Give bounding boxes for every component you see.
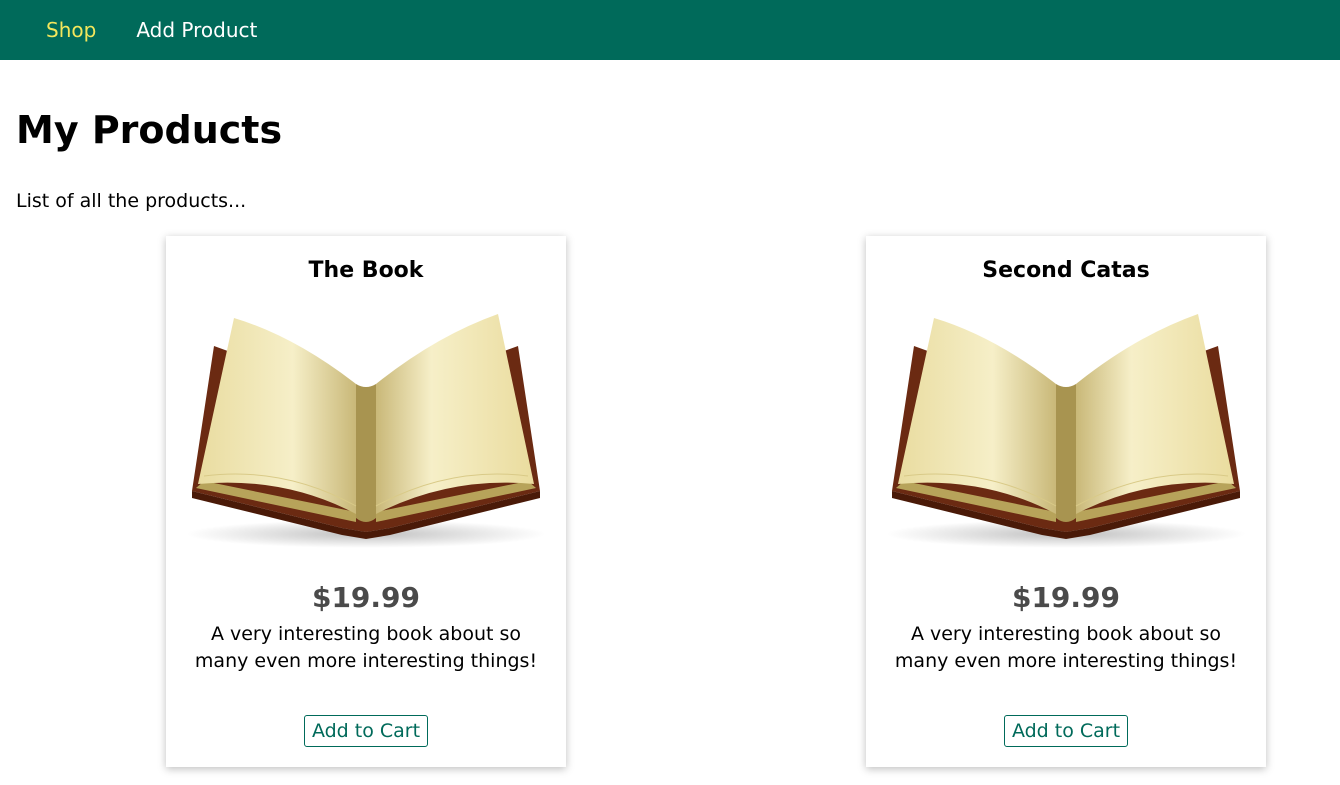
open-book-icon [186,314,546,548]
product-card: Second Catas $19.99 A very interesting b… [866,236,1266,767]
add-to-cart-button[interactable]: Add to Cart [1004,715,1128,747]
open-book-icon [886,314,1246,548]
product-image [874,306,1258,556]
main-nav: Shop Add Product [46,0,297,60]
product-image [174,306,558,556]
product-description: A very interesting book about so many ev… [894,623,1238,672]
product-title: Second Catas [982,258,1150,283]
add-to-cart-button[interactable]: Add to Cart [304,715,428,747]
product-card: The Book $19.99 A very interesting book … [166,236,566,767]
nav-link-add-product[interactable]: Add Product [136,20,257,40]
product-price: $19.99 [1011,581,1121,614]
product-description: A very interesting book about so many ev… [194,623,538,672]
product-title: The Book [308,258,424,283]
main-header: Shop Add Product [0,0,1340,60]
page-title: My Products [16,108,283,152]
nav-link-shop[interactable]: Shop [46,20,96,40]
page-subtitle: List of all the products... [16,190,247,212]
product-price: $19.99 [311,581,421,614]
